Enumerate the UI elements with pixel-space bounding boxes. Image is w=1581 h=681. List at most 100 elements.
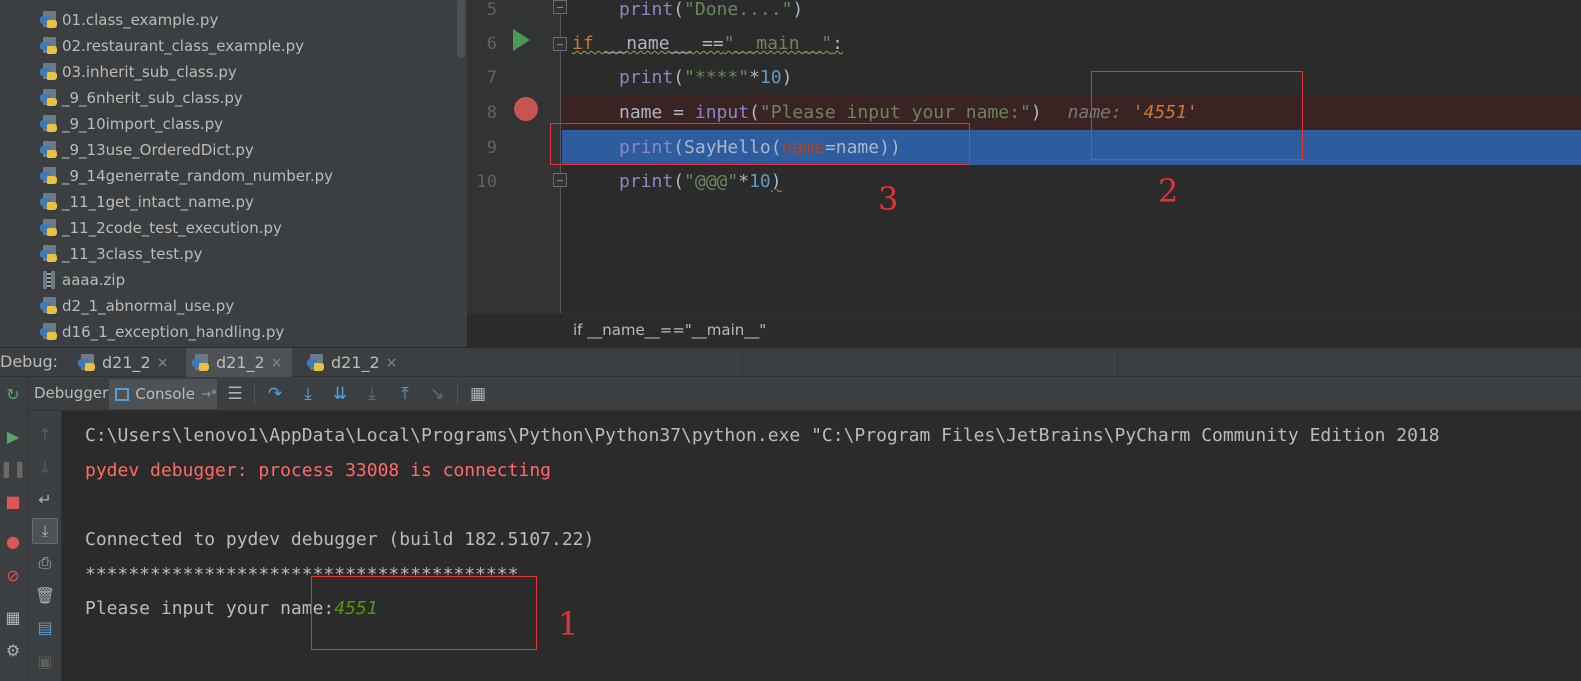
tree-item-file[interactable]: _9_10import_class.py [40, 112, 223, 136]
code-token: __name__ == [593, 33, 724, 54]
zip-file-icon [40, 271, 58, 289]
code-token: ) [770, 171, 782, 192]
console-side-toolbar: ↑ ↓ ↵ ⤓ ⎙ 🗑︎ ▤ ▣ [28, 411, 62, 681]
line-number: 5 [486, 0, 497, 20]
python-file-icon [40, 193, 58, 211]
up-arrow-icon[interactable]: ↑ [32, 421, 58, 447]
step-over-icon[interactable]: ↷ [263, 382, 287, 406]
show-python-prompt-icon[interactable]: ▤ [32, 614, 58, 640]
stop-icon[interactable]: ■ [1, 489, 25, 513]
close-icon[interactable]: × [271, 355, 283, 371]
code-token: ) [792, 0, 804, 20]
tree-item-file[interactable]: d2_1_abnormal_use.py [40, 294, 234, 318]
tree-item-file[interactable]: _11_2code_test_execution.py [40, 216, 282, 240]
code-token: name = [619, 102, 695, 123]
settings-icon[interactable]: ▣ [32, 648, 58, 674]
python-file-icon [307, 353, 325, 372]
tree-item-file[interactable]: _11_3class_test.py [40, 242, 202, 266]
tree-item-file[interactable]: _9_14generrate_random_number.py [40, 164, 333, 188]
tree-item-label: _9_10import_class.py [62, 115, 224, 133]
code-line[interactable]: if __name__ == "__main__": [562, 26, 1581, 61]
python-file-icon [40, 167, 58, 185]
line-number: 7 [486, 68, 497, 88]
tree-item-file[interactable]: d16_1_exception_handling.py [40, 320, 284, 344]
console-line: C:\Users\lenovo1\AppData\Local\Programs\… [85, 425, 1440, 446]
step-out-icon[interactable]: ⤒ [393, 382, 417, 406]
breakpoint-icon[interactable] [514, 97, 538, 121]
close-icon[interactable]: × [157, 355, 169, 371]
code-line[interactable]: print("Done....") [562, 0, 1581, 27]
menu-icon[interactable]: ☰ [223, 382, 247, 406]
code-token: ( [673, 67, 685, 88]
code-token: "Please input your name:" [759, 102, 1031, 123]
code-token: ) [1030, 102, 1042, 123]
tab-console[interactable]: Console →* [109, 379, 217, 409]
pause-icon[interactable]: ❚❚ [0, 456, 26, 480]
tree-item-file[interactable]: _9_6nherit_sub_class.py [40, 86, 243, 110]
python-file-icon [192, 353, 210, 372]
python-file-icon [40, 115, 58, 133]
tree-item-file[interactable]: aaaa.zip [40, 268, 125, 292]
debugger-toolbar: Debugger Console →* ☰ ↷ ⤓ ⇊ ⤓ ⤒ ↘ ▦ [28, 377, 1581, 411]
tab-debugger[interactable]: Debugger [34, 384, 108, 402]
resume-icon[interactable]: ▶ [1, 424, 25, 448]
annotation-label-1: 1 [558, 605, 579, 643]
run-to-cursor-icon[interactable]: ↘ [425, 382, 449, 406]
trash-icon[interactable]: 🗑︎ [32, 582, 58, 608]
layout-icon[interactable]: ▦ [1, 605, 25, 629]
code-line[interactable]: print("****" * 10) [562, 60, 1581, 95]
tree-item-label: _11_2code_test_execution.py [62, 219, 282, 237]
debug-tab[interactable]: d21_2 × [301, 348, 403, 377]
tab-bar-spacer [403, 348, 743, 377]
code-token: print [619, 67, 674, 88]
step-into-my-code-icon[interactable]: ⇊ [328, 382, 352, 406]
tree-item-label: 02.restaurant_class_example.py [62, 37, 305, 55]
debug-tab[interactable]: d21_2 × [72, 348, 178, 377]
close-icon[interactable]: × [386, 355, 398, 371]
python-file-icon [40, 89, 58, 107]
console-line: Connected to pydev debugger (build 182.5… [85, 529, 595, 550]
line-number: 10 [476, 172, 497, 192]
tab-bar-spacer [743, 348, 1118, 377]
code-token: ( [673, 0, 685, 20]
down-arrow-icon[interactable]: ↓ [32, 454, 58, 480]
view-breakpoints-icon[interactable]: ● [1, 529, 25, 553]
tree-item-label: _9_14generrate_random_number.py [62, 167, 333, 185]
code-token: ( [673, 171, 685, 192]
tree-item-file[interactable]: _11_1get_intact_name.py [40, 190, 254, 214]
rerun-icon[interactable]: ↻ [1, 382, 25, 406]
debug-tab-active[interactable]: d21_2 × [186, 348, 292, 377]
project-tree-scrollbar[interactable] [457, 0, 465, 58]
run-arrow-icon[interactable] [513, 29, 530, 51]
code-token: print [619, 0, 674, 20]
breadcrumb-item[interactable]: if __name__=="__main__" [573, 321, 766, 339]
pin-icon[interactable]: →* [201, 387, 217, 401]
console-prompt: Please input your name: [85, 598, 335, 619]
tree-item-label: 03.inherit_sub_class.py [62, 63, 237, 81]
step-into-icon[interactable]: ⤓ [296, 382, 320, 406]
tree-item-file[interactable]: 02.restaurant_class_example.py [40, 34, 304, 58]
code-token: ) [781, 67, 793, 88]
debug-tab-bar: Debug: d21_2 × d21_2 × d21_2 × [0, 347, 1581, 377]
force-step-into-icon[interactable]: ⤓ [360, 382, 384, 406]
code-line[interactable]: print("@@@" * 10) [562, 164, 1581, 199]
mute-breakpoints-icon[interactable]: ⊘ [1, 563, 25, 587]
soft-wrap-icon[interactable]: ↵ [32, 486, 58, 512]
code-token: "****" [684, 67, 750, 88]
evaluate-expression-icon[interactable]: ▦ [466, 382, 490, 406]
tree-item-label: _11_3class_test.py [62, 245, 203, 263]
tree-item-file[interactable]: 01.class_example.py [40, 8, 218, 32]
tree-item-file[interactable]: _9_13use_OrderedDict.py [40, 138, 254, 162]
annotation-box-2 [1091, 71, 1303, 160]
tree-item-file[interactable]: 03.inherit_sub_class.py [40, 60, 237, 84]
code-token: if [572, 33, 594, 54]
breadcrumb[interactable]: if __name__=="__main__" [467, 313, 1581, 347]
tree-item-label: aaaa.zip [62, 271, 126, 289]
console-output[interactable]: C:\Users\lenovo1\AppData\Local\Programs\… [62, 411, 1581, 681]
scroll-to-end-icon[interactable]: ⤓ [32, 518, 58, 544]
line-number: 9 [486, 138, 497, 158]
annotation-label-2: 2 [1158, 172, 1179, 210]
gear-icon[interactable]: ⚙ [1, 638, 25, 662]
debug-tab-label: d21_2 [102, 353, 151, 372]
print-icon[interactable]: ⎙ [32, 550, 58, 576]
